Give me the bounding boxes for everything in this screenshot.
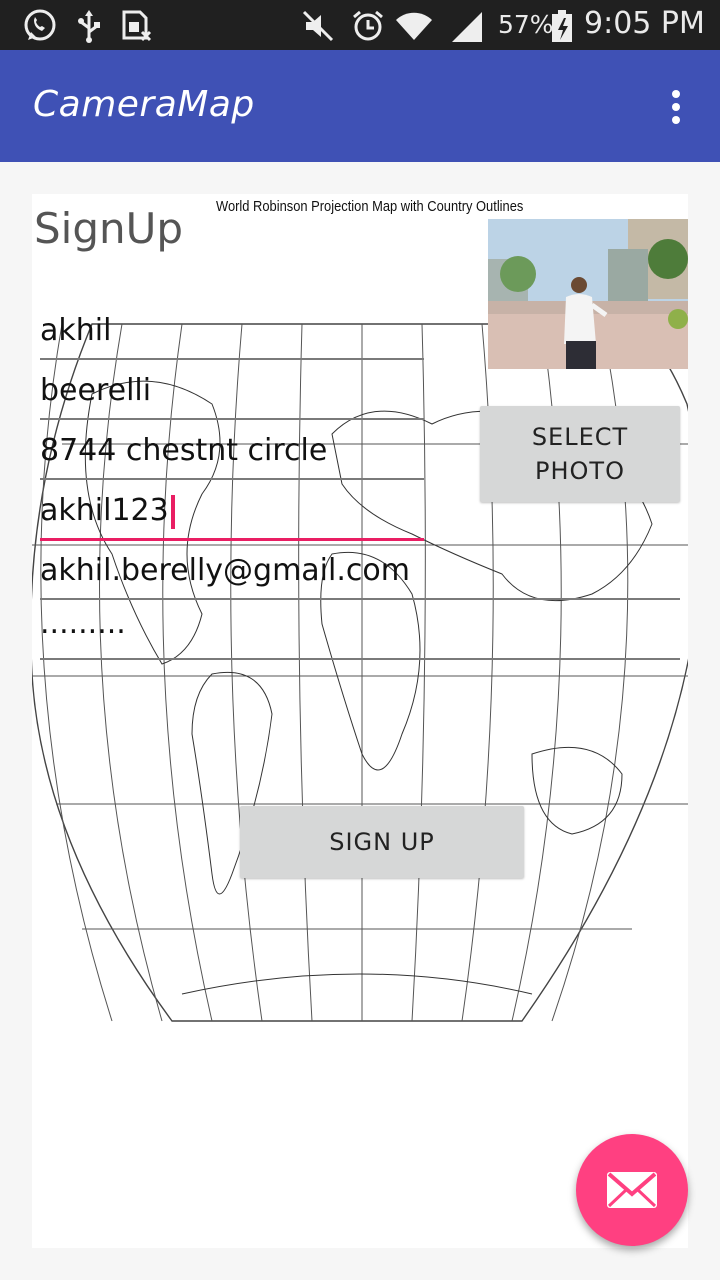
profile-photo: [488, 219, 688, 369]
wifi-icon: [396, 12, 432, 41]
status-bar: 57% 9:05 PM: [0, 0, 720, 50]
whatsapp-icon: [24, 9, 56, 41]
mute-icon: [302, 10, 334, 42]
clock: 9:05 PM: [584, 6, 705, 41]
email-field[interactable]: akhil.berelly@gmail.com: [40, 544, 680, 600]
select-photo-button[interactable]: SELECT PHOTO: [480, 406, 680, 502]
usb-icon: [78, 10, 100, 43]
more-vert-icon[interactable]: [656, 80, 696, 134]
sim-icon: [122, 10, 152, 42]
app-bar: CameraMap: [0, 50, 720, 162]
signup-form: World Robinson Projection Map with Count…: [32, 194, 688, 1248]
signal-icon: [452, 12, 482, 42]
alarm-icon: [353, 10, 383, 41]
text-cursor: [170, 494, 175, 529]
first-name-field[interactable]: akhil: [40, 304, 424, 360]
address-field[interactable]: 8744 chestnt circle: [40, 424, 424, 480]
app-title: CameraMap: [33, 84, 255, 125]
signup-button[interactable]: SIGN UP: [240, 806, 524, 878]
battery-icon: [552, 10, 572, 42]
mail-icon: [607, 1172, 657, 1208]
email-fab[interactable]: [576, 1134, 688, 1246]
signup-title: SignUp: [34, 204, 184, 253]
last-name-field[interactable]: beerelli: [40, 364, 424, 420]
username-field[interactable]: akhil123: [40, 484, 424, 541]
password-field[interactable]: .........: [40, 604, 680, 660]
map-caption: World Robinson Projection Map with Count…: [216, 198, 524, 215]
battery-percent: 57%: [498, 10, 554, 39]
